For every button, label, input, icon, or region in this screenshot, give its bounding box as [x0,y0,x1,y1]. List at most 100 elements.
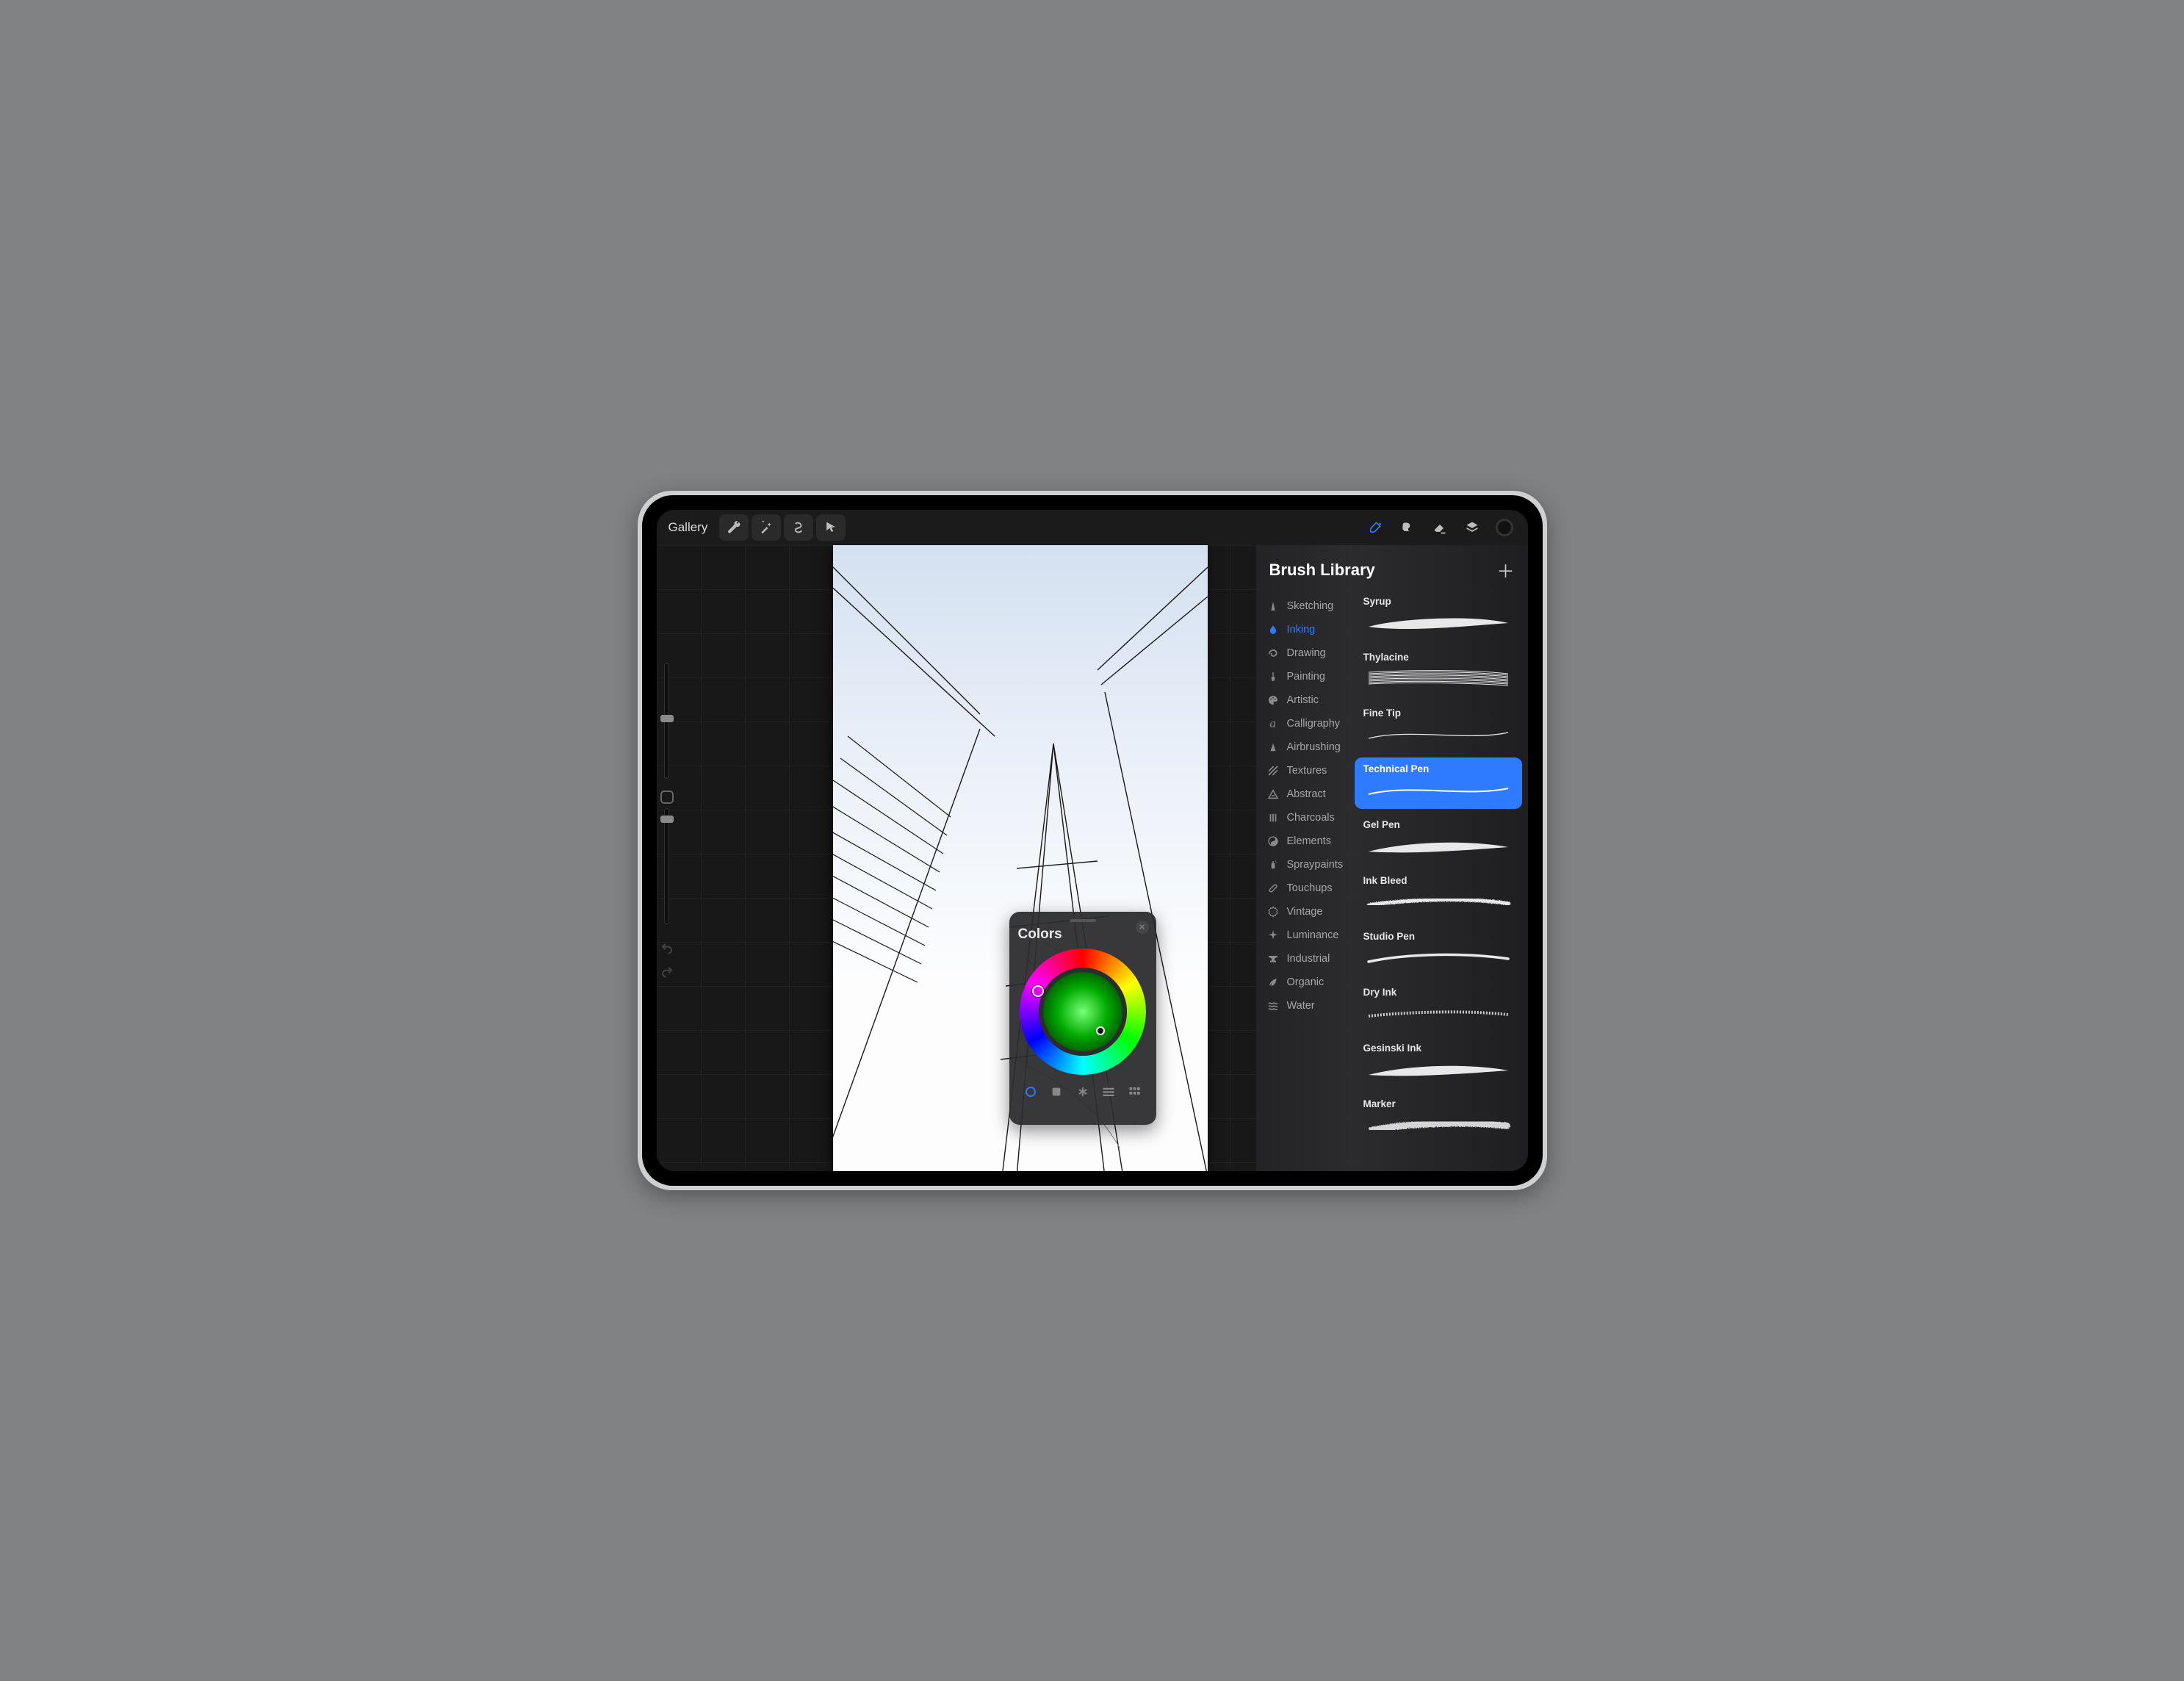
brush-category-spraypaints[interactable]: Spraypaints [1256,853,1352,877]
color-tab-harmony[interactable] [1073,1082,1092,1101]
brush-category-industrial[interactable]: Industrial [1256,947,1352,971]
spray-cone-icon [1266,741,1280,754]
color-tab-classic[interactable] [1047,1082,1066,1101]
brush-size-slider[interactable] [664,663,669,779]
actions-button[interactable] [719,514,749,541]
brush-opacity-slider[interactable] [664,808,669,924]
brush-category-touchups[interactable]: Touchups [1256,877,1352,900]
brush-item-studio-pen[interactable]: Studio Pen [1355,925,1522,976]
brush-name-label: Thylacine [1363,652,1513,663]
spray-can-icon [1266,858,1280,871]
color-tab-disc[interactable] [1021,1082,1040,1101]
wrench-icon [727,520,741,535]
color-mode-tabs [1018,1082,1147,1101]
brush-item-thylacine[interactable]: Thylacine [1355,646,1522,697]
triangle-a-icon [1266,788,1280,801]
add-brush-button[interactable]: ＋ [1497,557,1515,583]
brush-name-label: Gesinski Ink [1363,1043,1513,1054]
brush-category-elements[interactable]: Elements [1256,829,1352,853]
brush-list: Syrup Thylacine Fine TipTechnical PenGel P… [1352,590,1528,1171]
brush-item-dry-ink[interactable]: Dry Ink [1355,981,1522,1032]
saturation-disc[interactable] [1039,968,1127,1056]
smudge-tool-button[interactable] [1391,511,1424,544]
adjustments-button[interactable] [752,514,781,541]
slider-thumb[interactable] [660,715,674,722]
gallery-button[interactable]: Gallery [664,517,713,538]
brush-preview [1363,612,1513,634]
brush-category-list: Sketching InkingDrawing Painting Artistic aC… [1256,590,1352,1171]
brush-preview [1363,891,1513,913]
brush-category-artistic[interactable]: Artistic [1256,688,1352,712]
modify-button[interactable] [660,791,674,804]
slider-thumb[interactable] [660,816,674,823]
color-tab-value[interactable] [1099,1082,1118,1101]
brush-category-inking[interactable]: Inking [1256,618,1352,641]
brush-tool-button[interactable] [1359,511,1391,544]
brush-category-abstract[interactable]: Abstract [1256,782,1352,806]
brush-category-drawing[interactable]: Drawing [1256,641,1352,665]
smudge-icon [1400,520,1415,535]
category-label: Touchups [1287,882,1333,894]
paintbrush-icon [1266,670,1280,683]
screen: Gallery [657,510,1528,1171]
color-tab-palette[interactable] [1125,1082,1145,1101]
brush-library-title: Brush Library [1269,561,1375,580]
hue-cursor[interactable] [1032,985,1044,997]
transform-button[interactable] [816,514,846,541]
brush-category-airbrushing[interactable]: Airbrushing [1256,735,1352,759]
brush-category-calligraphy[interactable]: aCalligraphy [1256,712,1352,735]
layers-button[interactable] [1456,511,1488,544]
anvil-icon [1266,952,1280,965]
colors-panel-title: Colors [1018,926,1147,943]
brush-category-water[interactable]: Water [1256,994,1352,1018]
selection-button[interactable] [784,514,813,541]
pencil-icon [1266,600,1280,613]
colors-panel[interactable]: Colors ✕ [1009,912,1156,1125]
brush-preview [1363,1003,1513,1025]
brush-category-charcoals[interactable]: Charcoals [1256,806,1352,829]
brush-item-gesinski-ink[interactable]: Gesinski Ink [1355,1037,1522,1088]
current-color-swatch [1496,519,1513,536]
bandage-icon [1266,882,1280,895]
category-label: Painting [1287,671,1325,683]
s-lasso-icon [791,520,806,535]
brush-item-syrup[interactable]: Syrup [1355,590,1522,641]
eraser-tool-button[interactable] [1424,511,1456,544]
brush-category-sketching[interactable]: Sketching [1256,594,1352,618]
category-label: Artistic [1287,694,1319,706]
brush-item-ink-bleed[interactable]: Ink Bleed [1355,869,1522,921]
category-label: Charcoals [1287,812,1335,824]
top-toolbar: Gallery [657,510,1528,545]
ipad-device-frame: Gallery [638,491,1547,1190]
brush-item-technical-pen[interactable]: Technical Pen [1355,757,1522,809]
yinyang-icon [1266,835,1280,848]
redo-icon[interactable] [660,965,674,979]
brush-category-organic[interactable]: Organic [1256,971,1352,994]
sv-cursor[interactable] [1096,1026,1105,1035]
brush-category-textures[interactable]: Textures [1256,759,1352,782]
sparkle-icon [1266,929,1280,942]
brush-item-fine-tip[interactable]: Fine Tip [1355,702,1522,753]
brush-item-marker[interactable]: Marker [1355,1093,1522,1144]
left-rail [657,663,677,979]
drag-handle[interactable] [1070,919,1096,922]
close-colors-button[interactable]: ✕ [1136,921,1149,934]
brush-category-luminance[interactable]: Luminance [1256,924,1352,947]
category-label: Textures [1287,765,1327,777]
brush-name-label: Studio Pen [1363,931,1513,942]
palette-icon [1266,694,1280,707]
brush-category-painting[interactable]: Painting [1256,665,1352,688]
color-wheel[interactable] [1020,949,1146,1075]
undo-icon[interactable] [660,942,674,955]
category-label: Industrial [1287,953,1330,965]
brush-preview [1363,1115,1513,1137]
swirl-icon [1266,647,1280,660]
brush-name-label: Syrup [1363,596,1513,607]
brush-category-vintage[interactable]: Vintage [1256,900,1352,924]
magic-wand-icon [759,520,774,535]
category-label: Organic [1287,976,1325,988]
brush-preview [1363,780,1513,802]
brush-item-gel-pen[interactable]: Gel Pen [1355,813,1522,865]
category-label: Sketching [1287,600,1334,612]
color-button[interactable] [1488,511,1521,544]
